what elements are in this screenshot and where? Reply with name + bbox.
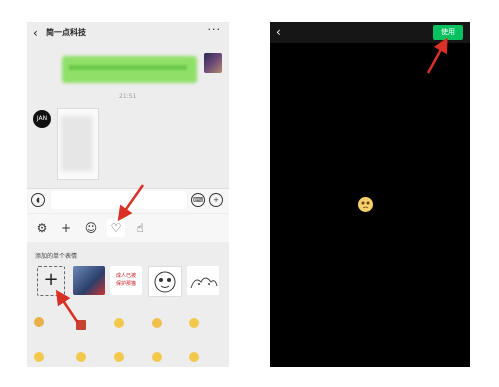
voice-icon[interactable]: ◖ xyxy=(31,193,45,207)
plus-icon[interactable]: + xyxy=(209,193,223,207)
preview-sticker xyxy=(358,197,373,212)
sticker-settings-icon[interactable]: ⚙ xyxy=(33,219,51,237)
sticker-emoji[interactable] xyxy=(76,320,86,330)
message-input[interactable] xyxy=(51,191,187,209)
back-icon[interactable]: ‹ xyxy=(33,26,38,40)
add-single-sticker-button[interactable]: + xyxy=(37,266,65,296)
sticker-panel-title: 添加的单个表情 xyxy=(35,253,78,260)
chat-header: ‹ 简一点科技 ··· xyxy=(27,22,229,44)
sticker-emoji[interactable] xyxy=(114,318,124,328)
favorite-stickers-icon[interactable]: ♡ xyxy=(107,219,125,237)
add-sticker-icon[interactable]: + xyxy=(57,219,75,237)
contact-avatar[interactable]: JAN xyxy=(33,110,51,128)
sticker-panel xyxy=(27,242,229,367)
received-image-content xyxy=(61,116,93,171)
message-timestamp: 21:51 xyxy=(119,93,137,100)
sticker-emoji[interactable] xyxy=(189,352,199,362)
use-button[interactable]: 使用 xyxy=(433,25,463,40)
sticker-thumb-cats[interactable] xyxy=(187,266,219,295)
sticker-emoji[interactable] xyxy=(34,352,44,362)
sticker-thumb-face[interactable] xyxy=(148,266,182,297)
more-icon[interactable]: ··· xyxy=(208,23,222,36)
crying-face-icon xyxy=(361,201,370,209)
cat-sketch-icon xyxy=(190,277,218,289)
keyboard-icon[interactable]: ⌨ xyxy=(191,193,205,207)
chat-screen: ‹ 简一点科技 ··· 21:51 JAN ◖ ⌨ + ⚙ + ☺ ♡ ☝ 添加… xyxy=(27,22,229,367)
back-icon[interactable]: ‹ xyxy=(276,25,281,39)
gesture-sticker-icon[interactable]: ☝ xyxy=(131,219,149,237)
sticker-thumb-car[interactable] xyxy=(73,266,105,295)
sticker-emoji[interactable] xyxy=(152,318,162,328)
emoji-icon[interactable]: ☺ xyxy=(82,219,100,237)
sent-message-text-blurred xyxy=(69,65,187,70)
sticker-emoji[interactable] xyxy=(114,352,124,362)
sticker-thumb-text[interactable]: 成人已被 保护那猫 xyxy=(110,266,142,295)
sticker-emoji[interactable] xyxy=(152,352,162,362)
sticker-preview-screen: ‹ 使用 xyxy=(270,22,470,367)
chat-title: 简一点科技 xyxy=(46,28,86,37)
sticker-emoji[interactable] xyxy=(34,317,44,327)
sticker-emoji[interactable] xyxy=(76,352,86,362)
sticker-emoji[interactable] xyxy=(189,318,199,328)
face-sketch-icon xyxy=(154,271,176,293)
my-avatar[interactable] xyxy=(204,53,222,73)
